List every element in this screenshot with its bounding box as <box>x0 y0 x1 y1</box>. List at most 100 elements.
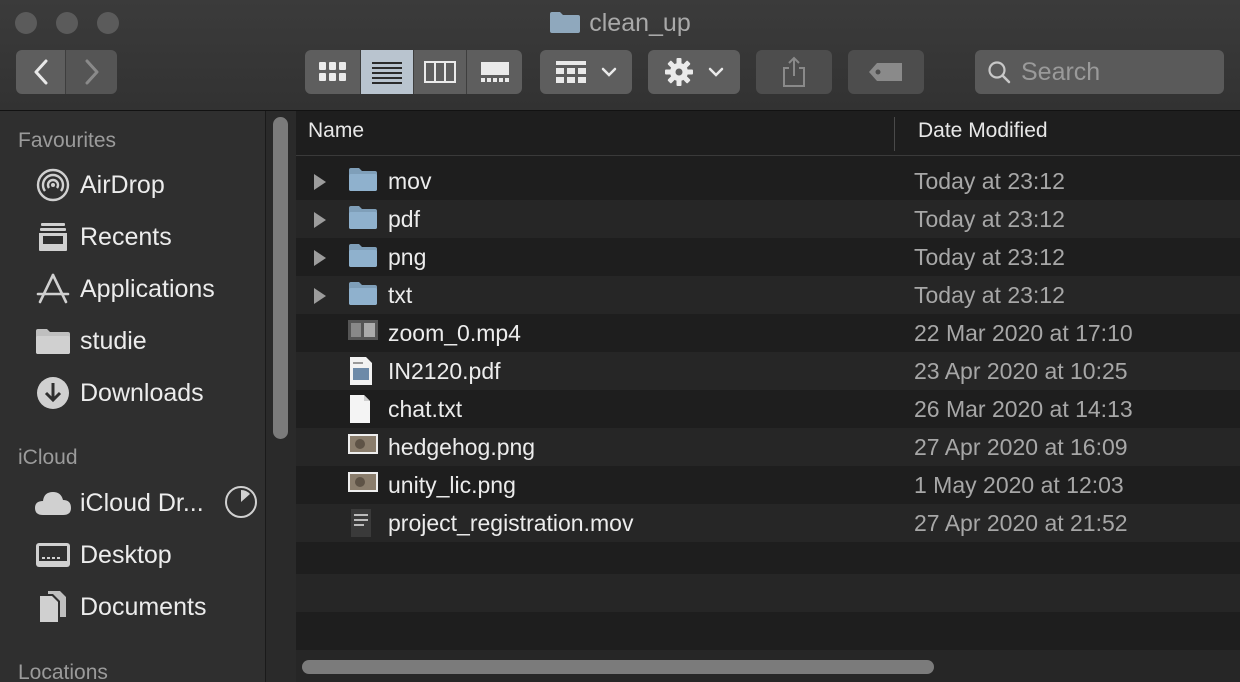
sidebar: Favourites AirDrop Recents Applications <box>0 111 265 682</box>
search-input[interactable] <box>1019 56 1213 88</box>
empty-row <box>296 574 1240 612</box>
sidebar-item-airdrop[interactable]: AirDrop <box>0 163 265 207</box>
downloads-icon <box>34 374 72 412</box>
video-file-icon <box>348 318 378 348</box>
image-file-icon <box>348 470 378 500</box>
file-list: Name Date Modified mov Today at 23:12 pdf T… <box>296 111 1240 682</box>
column-view-button[interactable] <box>414 50 467 94</box>
sidebar-item-desktop[interactable]: Desktop <box>0 533 265 577</box>
sidebar-item-downloads[interactable]: Downloads <box>0 371 265 415</box>
file-date-modified: Today at 23:12 <box>914 206 1065 232</box>
file-name: unity_lic.png <box>388 472 516 498</box>
disclosure-triangle-icon[interactable] <box>314 174 326 190</box>
file-row-unity-lic-png[interactable]: unity_lic.png 1 May 2020 at 12:03 <box>296 466 1240 504</box>
file-name: pdf <box>388 206 420 232</box>
sidebar-scrollbar-thumb[interactable] <box>273 117 288 439</box>
sidebar-item-label: Desktop <box>80 540 172 569</box>
sidebar-item-applications[interactable]: Applications <box>0 267 265 311</box>
applications-icon <box>34 270 72 308</box>
file-row-zoom-0-mp4[interactable]: zoom_0.mp4 22 Mar 2020 at 17:10 <box>296 314 1240 352</box>
sidebar-section-locations: Locations <box>18 661 108 682</box>
tag-button[interactable] <box>848 50 924 94</box>
folder-icon <box>549 10 581 41</box>
sidebar-item-icloud-drive[interactable]: iCloud Dr... <box>0 481 265 525</box>
airdrop-icon <box>34 166 72 204</box>
file-row-txt[interactable]: txt Today at 23:12 <box>296 276 1240 314</box>
movie-file-icon <box>348 508 378 538</box>
sidebar-item-label: AirDrop <box>80 170 165 199</box>
disclosure-triangle-icon[interactable] <box>314 212 326 228</box>
file-date-modified: 23 Apr 2020 at 10:25 <box>914 358 1128 384</box>
file-row-project-registration-mov[interactable]: project_registration.mov 27 Apr 2020 at 2… <box>296 504 1240 542</box>
file-date-modified: Today at 23:12 <box>914 244 1065 270</box>
sidebar-section-icloud: iCloud <box>18 446 78 469</box>
sidebar-item-label: iCloud Dr... <box>80 488 204 517</box>
sidebar-item-label: studie <box>80 326 147 355</box>
chevron-right-icon <box>85 59 98 85</box>
action-menu-button[interactable] <box>648 50 740 94</box>
chevron-down-icon <box>601 67 617 77</box>
chevron-left-icon <box>34 59 47 85</box>
sidebar-item-studie[interactable]: studie <box>0 319 265 363</box>
view-mode-selector <box>305 50 522 94</box>
file-name: hedgehog.png <box>388 434 536 460</box>
window-toolbar: clean_up <box>0 0 1240 111</box>
file-row-png[interactable]: png Today at 23:12 <box>296 238 1240 276</box>
folder-icon <box>348 280 378 310</box>
documents-icon <box>34 588 72 626</box>
file-row-chat-txt[interactable]: chat.txt 26 Mar 2020 at 14:13 <box>296 390 1240 428</box>
sidebar-item-label: Documents <box>80 592 207 621</box>
folder-icon <box>348 166 378 196</box>
file-row-hedgehog-png[interactable]: hedgehog.png 27 Apr 2020 at 16:09 <box>296 428 1240 466</box>
navigation-buttons <box>16 50 117 94</box>
file-name: IN2120.pdf <box>388 358 501 384</box>
group-grid-icon <box>556 61 586 83</box>
file-row-mov[interactable]: mov Today at 23:12 <box>296 162 1240 200</box>
sidebar-section-favourites: Favourites <box>18 129 117 152</box>
icon-view-button[interactable] <box>305 50 361 94</box>
disclosure-triangle-icon[interactable] <box>314 288 326 304</box>
search-field[interactable] <box>975 50 1224 94</box>
sidebar-item-documents[interactable]: Documents <box>0 585 265 629</box>
share-button[interactable] <box>756 50 832 94</box>
back-button[interactable] <box>16 50 66 94</box>
file-name: txt <box>388 282 413 308</box>
file-date-modified: Today at 23:12 <box>914 168 1065 194</box>
file-name: zoom_0.mp4 <box>388 320 521 346</box>
column-header-date-modified[interactable]: Date Modified <box>918 119 1048 143</box>
icon-view-icon <box>318 62 346 81</box>
disclosure-triangle-icon[interactable] <box>314 250 326 266</box>
pdf-file-icon <box>348 356 378 386</box>
group-by-button[interactable] <box>540 50 632 94</box>
window-title: clean_up <box>0 8 1240 41</box>
folder-icon <box>348 242 378 272</box>
file-name: project_registration.mov <box>388 510 634 536</box>
file-row-pdf[interactable]: pdf Today at 23:12 <box>296 200 1240 238</box>
recents-icon <box>34 218 72 256</box>
window-title-text: clean_up <box>589 9 691 37</box>
sidebar-scrollbar[interactable] <box>265 111 296 682</box>
tag-icon <box>869 63 902 81</box>
image-file-icon <box>348 432 378 462</box>
list-view-icon <box>372 62 402 84</box>
chevron-down-icon <box>708 67 724 77</box>
column-view-icon <box>424 61 456 83</box>
sync-progress-icon <box>224 485 258 524</box>
column-divider[interactable] <box>894 117 895 151</box>
folder-icon <box>34 322 72 360</box>
cloud-icon <box>34 484 72 522</box>
desktop-icon <box>34 536 72 574</box>
gallery-view-button[interactable] <box>467 50 522 94</box>
gear-icon <box>665 58 693 86</box>
sidebar-item-recents[interactable]: Recents <box>0 215 265 259</box>
file-date-modified: 1 May 2020 at 12:03 <box>914 472 1124 498</box>
file-date-modified: 27 Apr 2020 at 21:52 <box>914 510 1128 536</box>
folder-icon <box>348 204 378 234</box>
list-view-button[interactable] <box>361 50 414 94</box>
forward-button[interactable] <box>66 50 117 94</box>
file-name: mov <box>388 168 432 194</box>
file-name: chat.txt <box>388 396 463 422</box>
column-header-name[interactable]: Name <box>308 119 364 143</box>
horizontal-scrollbar-thumb[interactable] <box>302 660 934 674</box>
file-row-in2120-pdf[interactable]: IN2120.pdf 23 Apr 2020 at 10:25 <box>296 352 1240 390</box>
